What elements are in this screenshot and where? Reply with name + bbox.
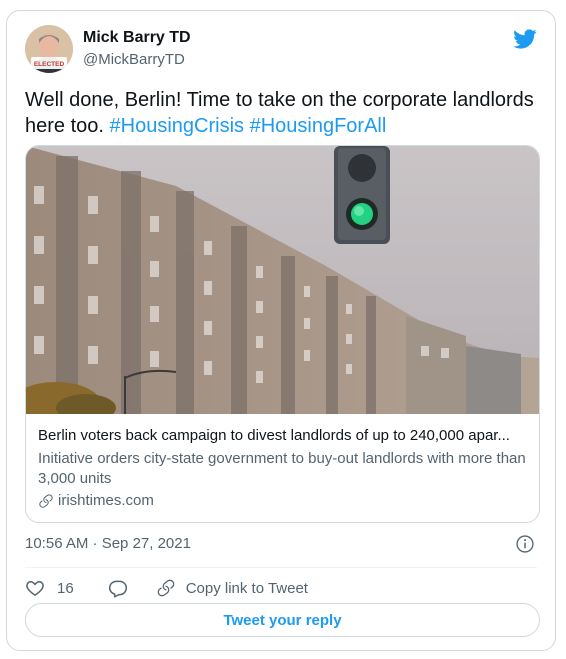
link-domain: irishtimes.com [38,491,530,511]
like-button[interactable]: 16 [25,578,74,598]
link-icon [39,494,53,508]
link-preview-body: Berlin voters back campaign to divest la… [38,426,530,511]
tweet-actions: 16 Copy link to Tweet [25,574,308,602]
hashtag-housing-for-all[interactable]: #HousingForAll [250,115,387,137]
copy-link-label: Copy link to Tweet [185,579,308,597]
divider [25,567,537,568]
author-name[interactable]: Mick Barry TD [83,29,191,47]
copy-link-icon [157,579,174,597]
article-image [26,146,539,414]
link-description: Initiative orders city-state government … [38,450,526,487]
like-count: 16 [57,579,74,597]
link-title: Berlin voters back campaign to divest la… [38,427,510,444]
reply-icon [108,580,127,598]
avatar-badge-text: ELECTED [34,61,65,68]
reply-button[interactable] [108,578,128,598]
link-preview-card[interactable]: Berlin voters back campaign to divest la… [25,145,540,523]
link-domain-text: irishtimes.com [58,492,154,509]
tweet-card: ELECTED Mick Barry TD @MickBarryTD Well … [6,10,556,651]
avatar-image: ELECTED [25,25,73,73]
author-handle[interactable]: @MickBarryTD [83,51,185,68]
hashtag-housing-crisis[interactable]: #HousingCrisis [110,115,245,137]
copy-link-button[interactable]: Copy link to Tweet [156,578,308,598]
twitter-bird-icon[interactable] [513,27,537,51]
tweet-timestamp[interactable]: 10:56 AM · Sep 27, 2021 [25,535,191,552]
heart-icon [26,581,44,596]
info-icon[interactable] [515,534,535,554]
tweet-reply-button[interactable]: Tweet your reply [25,603,540,637]
tweet-text: Well done, Berlin! Time to take on the c… [25,87,540,139]
avatar[interactable]: ELECTED [25,25,73,73]
